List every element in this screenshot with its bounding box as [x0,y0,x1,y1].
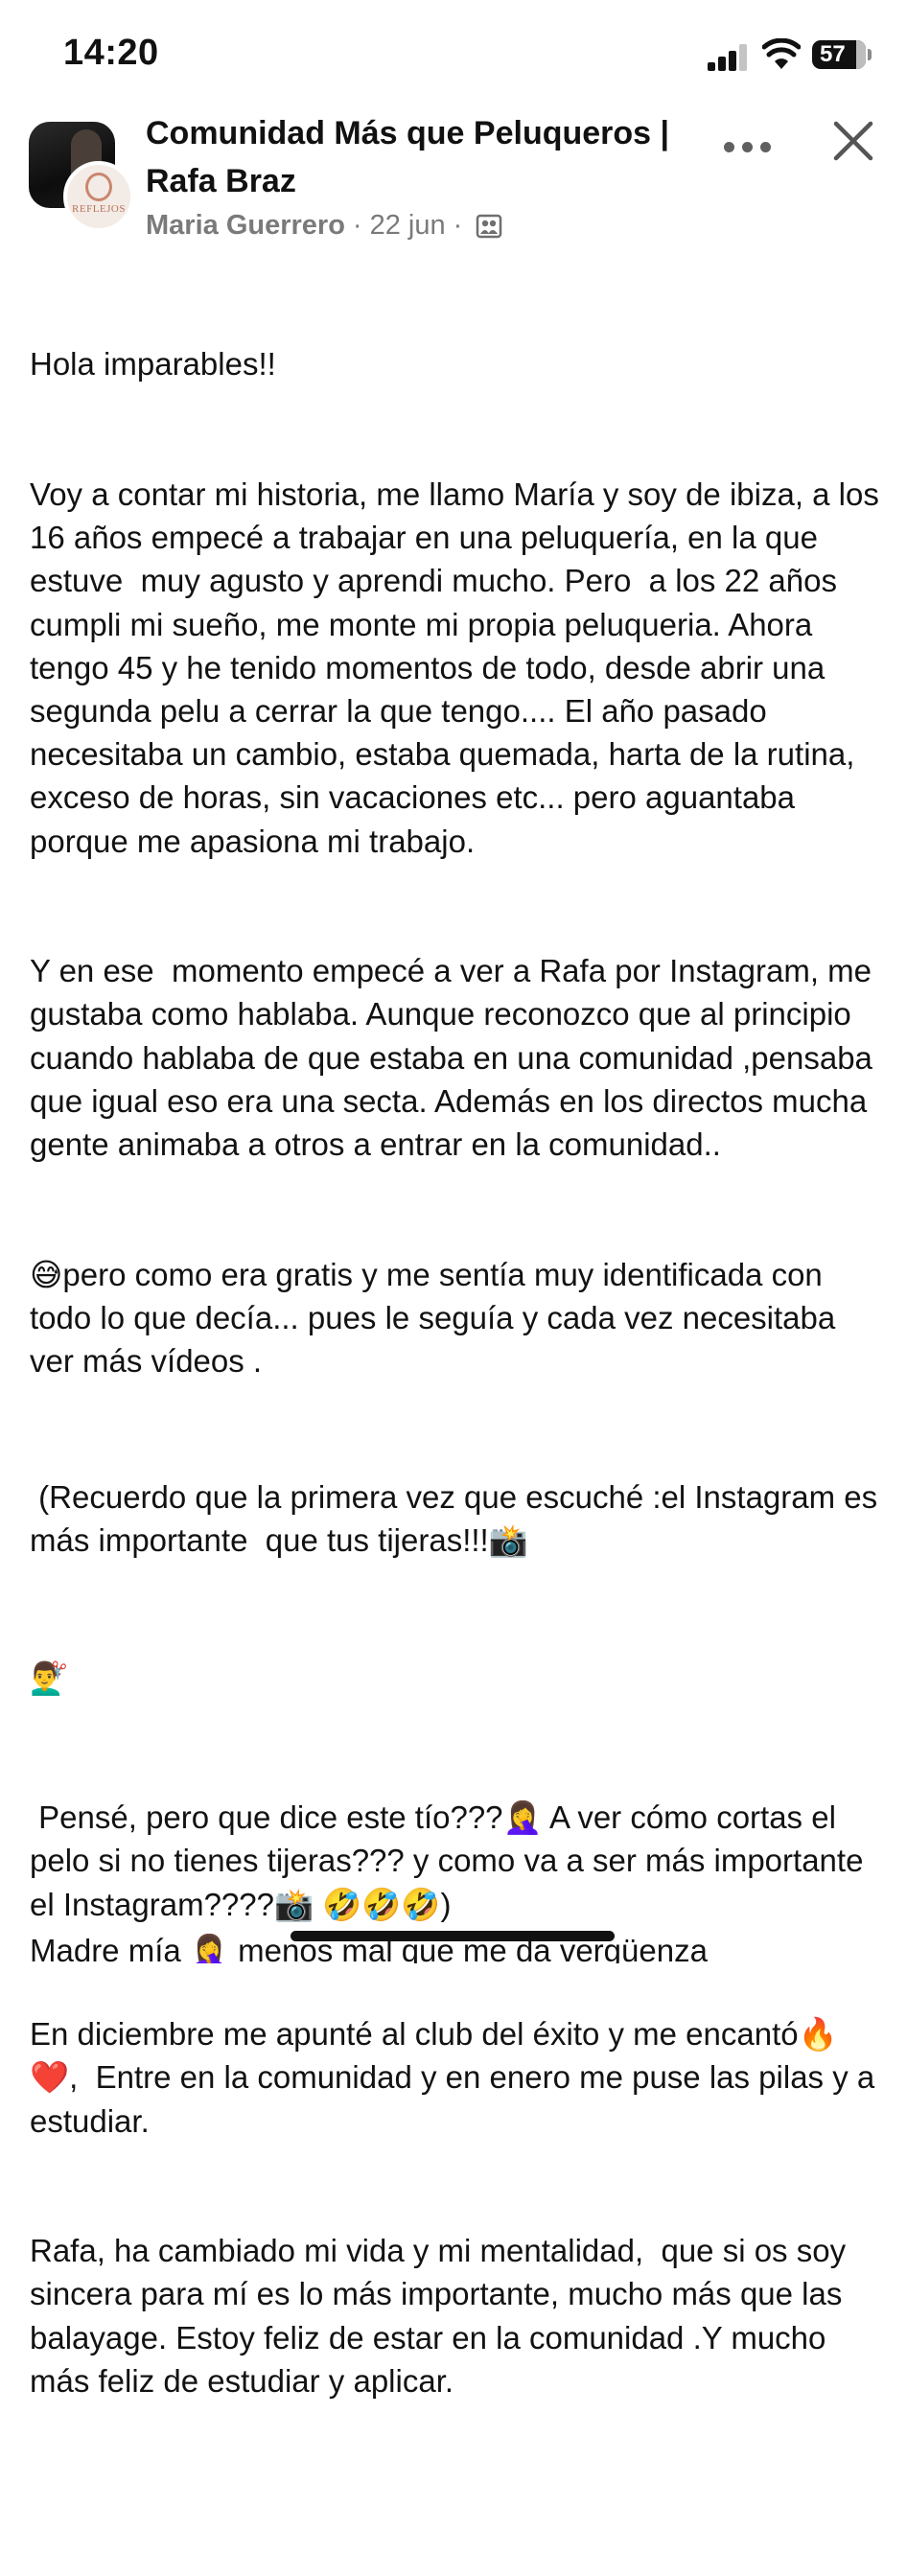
battery-tip [868,49,872,60]
battery-empty-portion [856,40,866,69]
reflejos-logo-icon [85,173,112,201]
more-options-button[interactable] [724,132,772,161]
post-paragraph-emoji: 💇‍♂️ [30,1659,70,1697]
battery-indicator: 57 [812,40,866,69]
group-members-icon [477,214,502,239]
meta-separator: · [453,210,463,241]
cellular-signal-icon [708,44,748,71]
close-icon[interactable] [830,118,876,164]
post-header: REFLEJOS Comunidad Más que Peluqueros | … [0,105,907,249]
group-name[interactable]: Comunidad Más que Peluqueros | Rafa Braz [146,109,721,205]
author-avatar-logo-text: REFLEJOS [72,203,126,215]
battery-level: 57 [820,41,846,67]
post-paragraph: Rafa, ha cambiado mi vida y mi mentalida… [30,2233,855,2399]
post-paragraph: Y en ese momento empecé a ver a Rafa por… [30,953,882,1163]
meta-separator: · [352,210,362,241]
author-avatar[interactable]: REFLEJOS [63,161,134,232]
post-paragraph: (Recuerdo que la primera vez que escuché… [30,1478,887,1558]
post-paragraph: Pensé, pero que dice este tío???🤦‍♀️ A v… [30,1799,872,1922]
author-name[interactable]: Maria Guerrero [146,210,345,241]
post-body: Hola imparables!! Voy a contar mi histor… [30,256,883,2576]
post-date[interactable]: 22 jun [370,210,446,241]
post-paragraph-blank [30,2489,883,2532]
post-meta: Maria Guerrero · 22 jun · [146,206,502,244]
post-paragraph: Hola imparables!! [30,346,276,383]
home-indicator[interactable] [291,1931,615,1941]
status-time: 14:20 [63,33,159,73]
status-bar: 14:20 57 [0,0,907,105]
post-paragraph: 😅pero como era gratis y me sentía muy id… [30,1256,845,1380]
post-paragraph: Voy a contar mi historia, me llamo María… [30,476,897,859]
wifi-icon [762,38,801,69]
post-paragraph: En diciembre me apunté al club del éxito… [30,2016,884,2139]
